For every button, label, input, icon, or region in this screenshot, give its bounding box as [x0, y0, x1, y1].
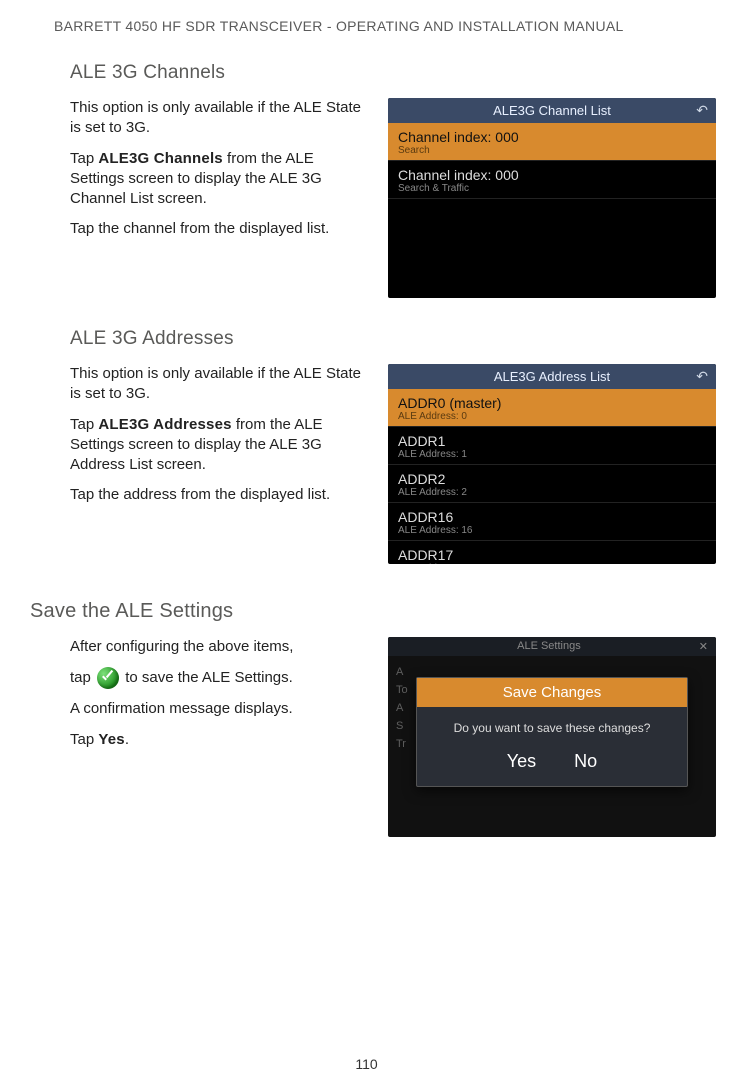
- list-item-sub: Search: [398, 145, 706, 156]
- checkmark-icon[interactable]: [97, 667, 119, 689]
- device-titlebar: ALE Settings ✕: [388, 637, 716, 656]
- heading-ale3g-addresses: ALE 3G Addresses: [70, 328, 703, 350]
- device-title: ALE3G Channel List: [493, 103, 611, 118]
- keyword: ALE3G Addresses: [98, 416, 231, 433]
- list-item-main: ADDR0 (master): [398, 395, 706, 411]
- page-number: 110: [0, 1056, 733, 1072]
- back-icon[interactable]: ↶: [696, 368, 708, 385]
- list-item-main: ADDR1: [398, 433, 706, 449]
- list-item-main: Channel index: 000: [398, 129, 706, 145]
- paragraph: tap to save the ALE Settings.: [70, 667, 370, 689]
- device-screenshot-channel-list: ALE3G Channel List ↶ Channel index: 000S…: [388, 98, 716, 298]
- paragraph: Tap ALE3G Addresses from the ALE Setting…: [70, 415, 370, 476]
- list-item[interactable]: Channel index: 000Search & Traffic: [388, 161, 716, 199]
- dialog-message: Do you want to save these changes?: [417, 707, 687, 745]
- back-icon[interactable]: ↶: [696, 102, 708, 119]
- section-save-ale: After configuring the above items, tap t…: [70, 637, 703, 837]
- device-title: ALE3G Address List: [494, 369, 610, 384]
- list-item-sub: ALE Address: 17: [398, 563, 706, 564]
- list-item-main: ADDR16: [398, 509, 706, 525]
- paragraph: This option is only available if the ALE…: [70, 364, 370, 405]
- paragraph: Tap Yes.: [70, 730, 370, 750]
- text-col: This option is only available if the ALE…: [70, 98, 370, 298]
- text: tap: [70, 669, 95, 686]
- keyword: ALE3G Channels: [98, 150, 223, 167]
- text-col: This option is only available if the ALE…: [70, 364, 370, 564]
- list-item[interactable]: ADDR2ALE Address: 2: [388, 465, 716, 503]
- paragraph: Tap the address from the displayed list.: [70, 485, 370, 505]
- list-item-main: ADDR17: [398, 547, 706, 563]
- confirmation-dialog: Save Changes Do you want to save these c…: [416, 677, 688, 787]
- dialog-buttons: Yes No: [417, 745, 687, 786]
- list-item[interactable]: Channel index: 000Search: [388, 123, 716, 161]
- section-ale3g-addresses: This option is only available if the ALE…: [70, 364, 703, 564]
- spacer: [396, 640, 399, 653]
- list-item-main: ADDR2: [398, 471, 706, 487]
- device-titlebar: ALE3G Address List ↶: [388, 364, 716, 389]
- no-button[interactable]: No: [574, 751, 597, 772]
- text: .: [125, 731, 129, 748]
- list-item-main: Channel index: 000: [398, 167, 706, 183]
- text: Tap: [70, 731, 98, 748]
- heading-save-ale-settings: Save the ALE Settings: [30, 600, 703, 623]
- text: Tap: [70, 150, 98, 167]
- close-icon[interactable]: ✕: [699, 640, 708, 653]
- text-col: After configuring the above items, tap t…: [70, 637, 370, 837]
- list-item-sub: ALE Address: 16: [398, 525, 706, 536]
- text: Tap: [70, 416, 98, 433]
- paragraph: Tap the channel from the displayed list.: [70, 219, 370, 239]
- text: to save the ALE Settings.: [121, 669, 293, 686]
- device-screenshot-address-list: ALE3G Address List ↶ ADDR0 (master)ALE A…: [388, 364, 716, 564]
- list-item-sub: Search & Traffic: [398, 183, 706, 194]
- yes-button[interactable]: Yes: [507, 751, 536, 772]
- device-title: ALE Settings: [517, 640, 581, 653]
- list-item[interactable]: ADDR17ALE Address: 17: [388, 541, 716, 564]
- list-item[interactable]: ADDR1ALE Address: 1: [388, 427, 716, 465]
- list-item[interactable]: ADDR0 (master)ALE Address: 0: [388, 389, 716, 427]
- list-item-sub: ALE Address: 2: [398, 487, 706, 498]
- list-item[interactable]: ADDR16ALE Address: 16: [388, 503, 716, 541]
- screenshot-col: ALE3G Channel List ↶ Channel index: 000S…: [388, 98, 716, 298]
- screenshot-col: ALE3G Address List ↶ ADDR0 (master)ALE A…: [388, 364, 716, 564]
- heading-ale3g-channels: ALE 3G Channels: [70, 62, 703, 84]
- device-titlebar: ALE3G Channel List ↶: [388, 98, 716, 123]
- list-item-sub: ALE Address: 1: [398, 449, 706, 460]
- keyword: Yes: [98, 731, 124, 748]
- paragraph: After configuring the above items,: [70, 637, 370, 657]
- paragraph: A confirmation message displays.: [70, 699, 370, 719]
- dialog-title: Save Changes: [417, 678, 687, 707]
- section-ale3g-channels: This option is only available if the ALE…: [70, 98, 703, 298]
- device-screenshot-save-dialog: ALE Settings ✕ A To A S Tr Save Changes …: [388, 637, 716, 837]
- paragraph: This option is only available if the ALE…: [70, 98, 370, 139]
- paragraph: Tap ALE3G Channels from the ALE Settings…: [70, 149, 370, 210]
- list-item-sub: ALE Address: 0: [398, 411, 706, 422]
- document-header: BARRETT 4050 HF SDR TRANSCEIVER - OPERAT…: [54, 18, 703, 34]
- screenshot-col: ALE Settings ✕ A To A S Tr Save Changes …: [388, 637, 716, 837]
